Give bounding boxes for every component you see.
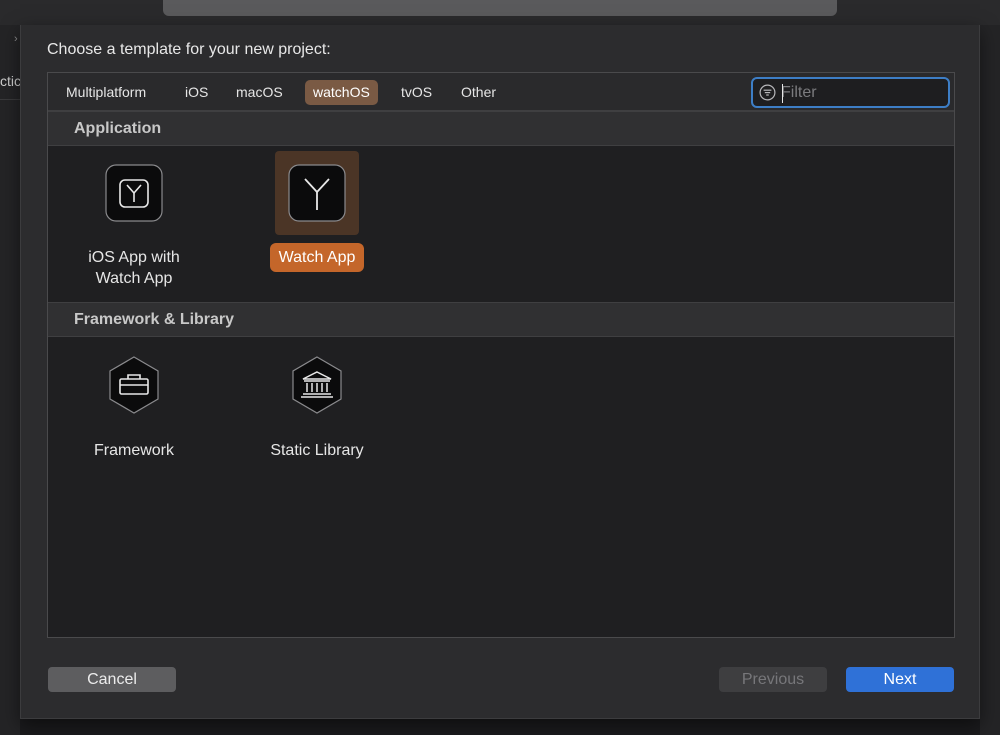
template-icon-box xyxy=(275,343,359,427)
text-cursor xyxy=(782,84,783,103)
new-project-sheet: Choose a template for your new project: … xyxy=(20,25,980,719)
template-ios-app-with-watch-app[interactable]: iOS App with Watch App xyxy=(49,151,219,291)
filter-field[interactable] xyxy=(751,77,950,108)
filter-icon xyxy=(759,84,776,101)
filter-input[interactable] xyxy=(781,82,941,103)
section-header-framework-library: Framework & Library xyxy=(48,302,954,337)
tab-macos[interactable]: macOS xyxy=(228,80,291,105)
template-label-selected: Watch App xyxy=(232,243,402,272)
template-label: iOS App with Watch App xyxy=(88,249,180,287)
next-button[interactable]: Next xyxy=(846,667,954,692)
template-icon-box-selected xyxy=(275,151,359,235)
template-static-library[interactable]: Static Library xyxy=(232,343,402,483)
section-title-application: Application xyxy=(74,120,162,137)
template-framework[interactable]: Framework xyxy=(49,343,219,483)
watch-face-icon xyxy=(288,164,346,222)
library-building-icon xyxy=(292,356,342,414)
window-titlebar xyxy=(0,0,1000,25)
sheet-title: Choose a template for your new project: xyxy=(47,41,331,58)
template-browser: Multiplatform iOS macOS watchOS tvOS Oth… xyxy=(47,72,955,638)
watch-face-icon xyxy=(105,164,163,222)
template-watch-app[interactable]: Watch App xyxy=(232,151,402,291)
background-right-pane xyxy=(980,25,1000,735)
titlebar-activity-pill xyxy=(163,0,837,16)
tab-multiplatform[interactable]: Multiplatform xyxy=(58,80,154,105)
previous-button[interactable]: Previous xyxy=(719,667,827,692)
tab-other[interactable]: Other xyxy=(453,80,504,105)
tab-watchos[interactable]: watchOS xyxy=(305,80,378,105)
section-header-application: Application xyxy=(48,111,954,146)
selected-label-pill: Watch App xyxy=(269,243,365,272)
background-left-pane: › ctic xyxy=(0,25,20,735)
template-icon-box xyxy=(92,151,176,235)
background-chevron-icon: › xyxy=(14,33,18,45)
template-label: Static Library xyxy=(270,442,364,459)
cancel-button[interactable]: Cancel xyxy=(48,667,176,692)
tab-tvos[interactable]: tvOS xyxy=(393,80,440,105)
tab-ios[interactable]: iOS xyxy=(177,80,216,105)
template-icon-box xyxy=(92,343,176,427)
toolbox-icon xyxy=(109,356,159,414)
section-title-framework-library: Framework & Library xyxy=(74,311,235,328)
template-label: Framework xyxy=(93,442,174,459)
platform-tab-bar: Multiplatform iOS macOS watchOS tvOS Oth… xyxy=(48,73,954,111)
background-divider xyxy=(0,99,20,100)
background-left-text: ctic xyxy=(0,73,20,89)
